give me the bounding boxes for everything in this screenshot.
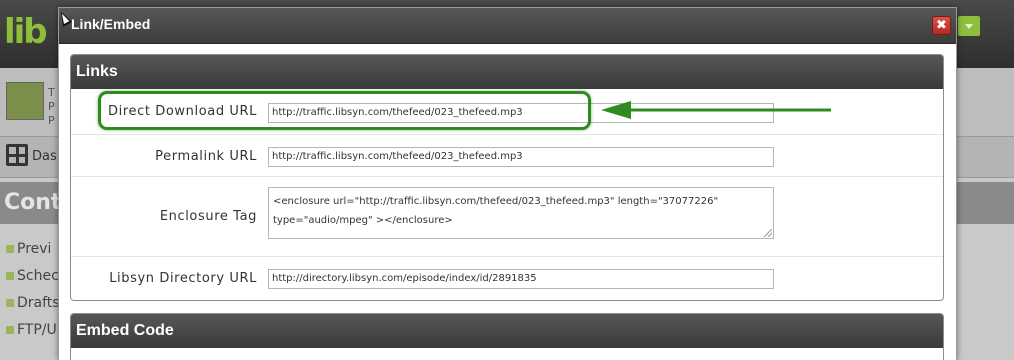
- close-icon[interactable]: ✖: [932, 16, 951, 35]
- sidebar-item-drafts[interactable]: Drafts: [0, 289, 60, 317]
- permalink-url-field[interactable]: http://traffic.libsyn.com/thefeed/023_th…: [268, 147, 774, 167]
- enclosure-tag-label: Enclosure Tag: [159, 209, 257, 224]
- annotation-arrow-icon: [601, 101, 831, 119]
- modal-title: Link/Embed: [71, 16, 151, 32]
- resize-grip-icon[interactable]: [764, 229, 772, 237]
- permalink-url-label: Permalink URL: [155, 149, 257, 164]
- modal-titlebar: Link/Embed ✖: [59, 8, 956, 44]
- nav-item-dashboard[interactable]: Das: [32, 149, 57, 164]
- form-row-directory-url: Libsyn Directory URL http://directory.li…: [71, 257, 943, 299]
- libsyn-logo: lib: [4, 12, 48, 52]
- links-panel-heading: Links: [71, 55, 943, 89]
- libsyn-directory-url-label: Libsyn Directory URL: [109, 271, 257, 286]
- enclosure-tag-value: <enclosure url="http://traffic.libsyn.co…: [273, 196, 719, 226]
- embed-code-panel: Embed Code: [70, 313, 944, 360]
- form-row-enclosure-tag: Enclosure Tag <enclosure url="http://tra…: [71, 177, 943, 257]
- link-embed-modal: Link/Embed ✖ Links Direct Download URL h…: [58, 7, 957, 360]
- sidebar-item-scheduled[interactable]: Schec: [0, 262, 60, 290]
- sidebar-item-previous[interactable]: Previ: [0, 235, 60, 263]
- libsyn-directory-url-field[interactable]: http://directory.libsyn.com/episode/inde…: [268, 269, 774, 289]
- chevron-down-icon[interactable]: [958, 16, 980, 36]
- form-row-permalink: Permalink URL http://traffic.libsyn.com/…: [71, 135, 943, 177]
- annotation-highlight-box: [98, 91, 591, 130]
- sidebar-item-ftp-upload[interactable]: FTP/U: [0, 316, 60, 344]
- embed-code-panel-heading: Embed Code: [71, 314, 943, 348]
- show-thumbnail: [6, 82, 44, 120]
- show-name-text: T P P: [48, 86, 55, 127]
- enclosure-tag-textarea[interactable]: <enclosure url="http://traffic.libsyn.co…: [268, 187, 774, 239]
- dashboard-icon[interactable]: [6, 144, 28, 166]
